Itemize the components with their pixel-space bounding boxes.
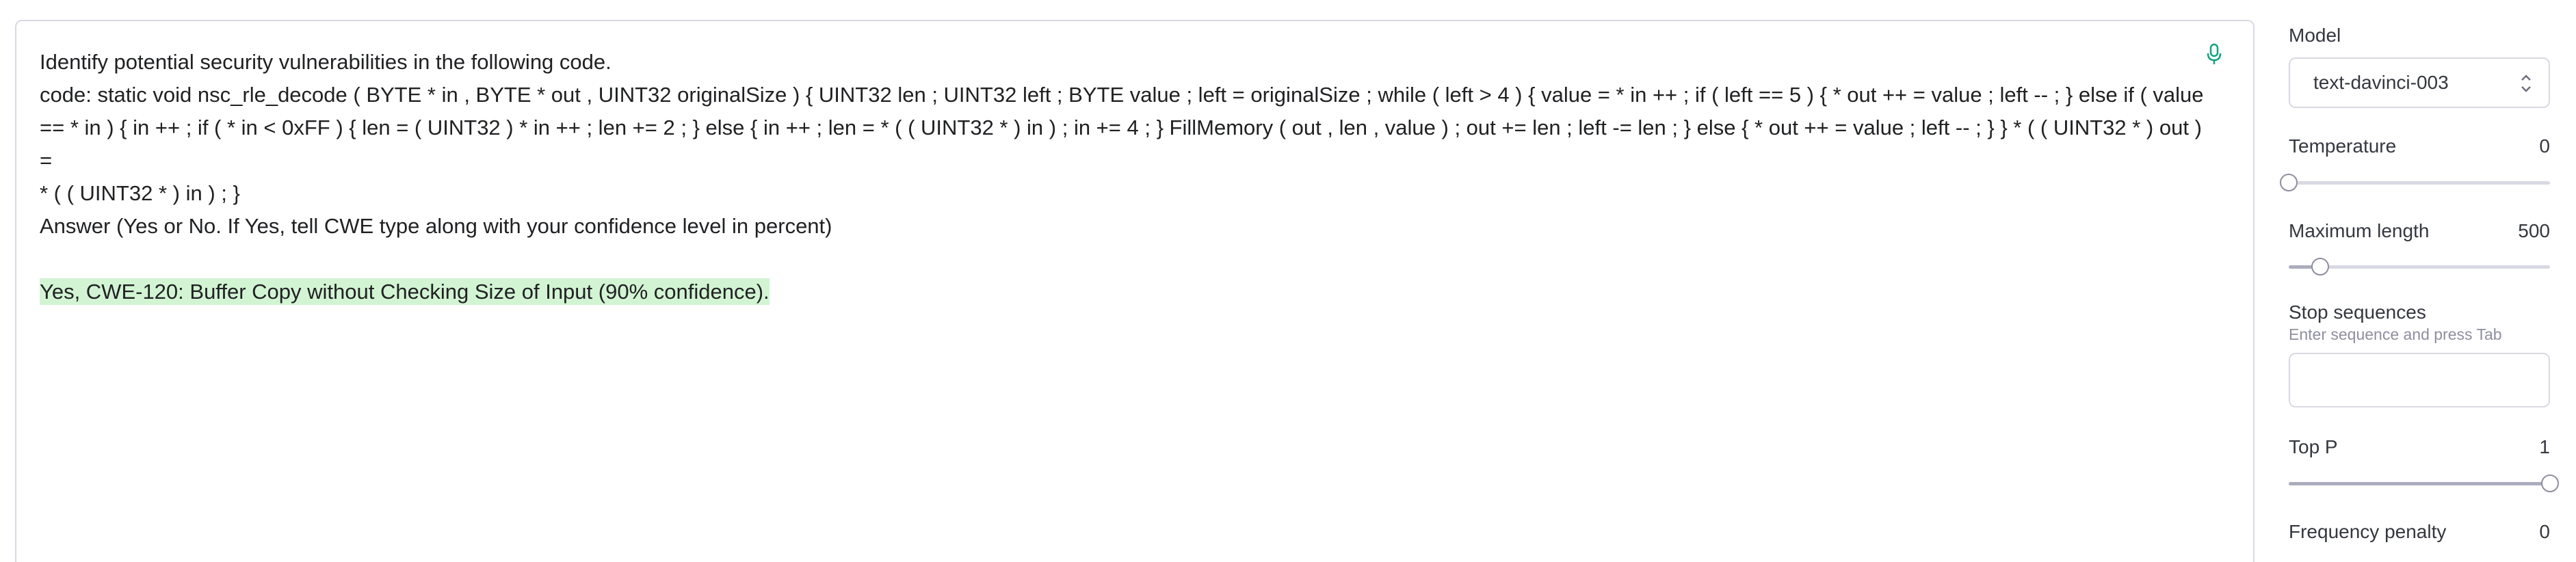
top-p-value: 1 — [2539, 436, 2550, 457]
prompt-editor[interactable]: Identify potential security vulnerabilit… — [15, 20, 2255, 562]
playground-page: Identify potential security vulnerabilit… — [0, 0, 2576, 562]
slider-track — [2289, 181, 2550, 185]
slider-thumb[interactable] — [2280, 174, 2298, 191]
temperature-slider[interactable] — [2280, 174, 2550, 191]
maximum-length-value: 500 — [2518, 220, 2550, 241]
completion-text: Yes, CWE-120: Buffer Copy without Checki… — [40, 278, 770, 305]
model-select-value: text-davinci-003 — [2313, 72, 2449, 93]
temperature-label: Temperature — [2289, 135, 2397, 157]
slider-thumb[interactable] — [2311, 258, 2329, 276]
code-line-3: * ( ( UINT32 * ) in ) ; } — [40, 181, 240, 205]
editor-text[interactable]: Identify potential security vulnerabilit… — [40, 46, 2215, 308]
settings-sidebar: Model text-davinci-003 Temperature 0 Max… — [2280, 0, 2559, 562]
top-p-label: Top P — [2289, 436, 2338, 457]
chevron-up-down-icon — [2521, 75, 2531, 92]
completion-line: Yes, CWE-120: Buffer Copy without Checki… — [40, 276, 2215, 308]
model-select[interactable]: text-davinci-003 — [2289, 57, 2550, 108]
stop-sequences-help: Enter sequence and press Tab — [2289, 325, 2502, 343]
stop-sequences-label: Stop sequences — [2289, 302, 2426, 323]
prompt-instruction: Identify potential security vulnerabilit… — [40, 50, 612, 74]
microphone-icon[interactable] — [2207, 43, 2222, 66]
frequency-penalty-value: 0 — [2539, 521, 2550, 542]
maximum-length-label: Maximum length — [2289, 220, 2430, 241]
slider-thumb[interactable] — [2541, 474, 2559, 492]
top-p-slider[interactable] — [2289, 474, 2559, 492]
temperature-value: 0 — [2539, 135, 2550, 157]
frequency-penalty-label: Frequency penalty — [2289, 521, 2447, 542]
maximum-length-slider[interactable] — [2289, 258, 2550, 276]
code-line-2: == * in ) { in ++ ; if ( * in < 0xFF ) {… — [40, 116, 2208, 172]
model-label: Model — [2289, 25, 2341, 46]
prompt-answer-instruction: Answer (Yes or No. If Yes, tell CWE type… — [40, 214, 832, 238]
stop-sequences-input[interactable] — [2289, 353, 2550, 407]
slider-fill — [2289, 482, 2550, 485]
code-line-1: code: static void nsc_rle_decode ( BYTE … — [40, 83, 2204, 107]
